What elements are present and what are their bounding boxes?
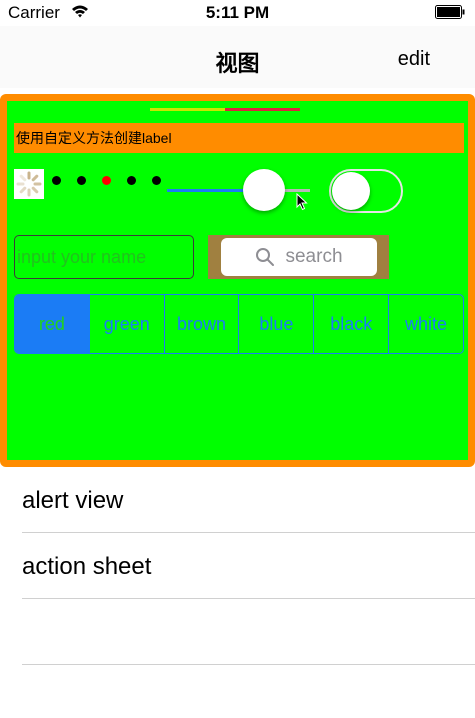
page-dot[interactable] xyxy=(77,176,86,185)
toggle-knob xyxy=(332,172,370,210)
segment-green[interactable]: green xyxy=(90,295,165,353)
slider-thumb[interactable] xyxy=(243,169,286,211)
custom-label: 使用自定义方法创建label xyxy=(14,123,464,153)
search-bar: search xyxy=(208,235,389,279)
segment-brown[interactable]: brown xyxy=(165,295,240,353)
segment-red[interactable]: red xyxy=(15,295,90,353)
battery-icon xyxy=(435,5,465,19)
row-label: alert view xyxy=(22,487,124,514)
progress-filled xyxy=(150,108,225,111)
table-row-alert-view[interactable]: alert view xyxy=(0,467,475,533)
cursor-icon xyxy=(296,193,308,211)
activity-indicator-icon xyxy=(14,169,44,199)
toggle-switch[interactable] xyxy=(329,169,403,213)
demo-panel: 使用自定义方法创建label input your name search re… xyxy=(0,94,475,467)
search-input[interactable]: search xyxy=(221,238,377,276)
segment-blue[interactable]: blue xyxy=(239,295,315,353)
table-row-empty[interactable] xyxy=(0,599,475,665)
search-icon xyxy=(256,248,275,266)
progress-remaining xyxy=(225,108,300,111)
name-input[interactable] xyxy=(14,235,194,279)
row-separator xyxy=(22,664,475,665)
search-placeholder: search xyxy=(285,246,343,267)
slider-track[interactable] xyxy=(167,189,310,192)
segment-black[interactable]: black xyxy=(314,295,390,353)
status-bar: Carrier 5:11 PM xyxy=(0,0,475,26)
page-dot[interactable] xyxy=(127,176,136,185)
status-time: 5:11 PM xyxy=(205,3,270,22)
table-row-action-sheet[interactable]: action sheet xyxy=(0,533,475,599)
row-label: action sheet xyxy=(22,553,152,580)
page-dot[interactable] xyxy=(152,176,161,185)
navigation-bar: 视图 edit xyxy=(0,26,475,88)
demo-content-area: 使用自定义方法创建label input your name search re… xyxy=(7,101,468,460)
edit-button[interactable]: edit xyxy=(398,48,430,71)
page-dot[interactable] xyxy=(52,176,61,185)
page-dot[interactable] xyxy=(102,176,111,185)
progress-bar xyxy=(150,108,300,111)
segment-white[interactable]: white xyxy=(389,295,463,353)
segmented-control[interactable]: red green brown blue black white xyxy=(14,294,464,354)
page-control[interactable] xyxy=(52,176,161,185)
